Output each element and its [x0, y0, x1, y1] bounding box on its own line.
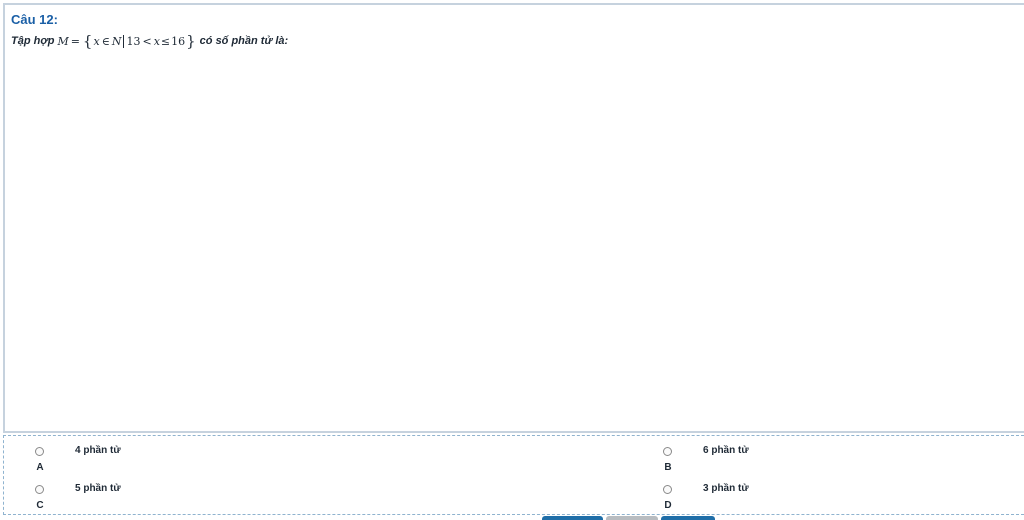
radio-button-c[interactable] [35, 485, 44, 494]
answer-letter-c: C [36, 500, 44, 511]
answers-box: A 4 phần tử B 6 phần tử C 5 phần tử D 3 … [3, 435, 1024, 515]
question-title: Câu 12: [11, 12, 58, 27]
answer-letter-b: B [664, 462, 672, 473]
answer-text-b: 6 phần tử [703, 445, 749, 456]
math-var-x: x [93, 34, 100, 48]
math-element-of: ∈ [101, 34, 110, 48]
math-lower-bound: 13 [126, 34, 141, 48]
answer-option-c[interactable]: C 5 phần tử [4, 477, 304, 513]
question-suffix: có số phần tử là: [199, 35, 289, 47]
question-text: Tập hợp M = { x ∈ N 13 < x ≤ 16 } có số … [11, 33, 288, 49]
radio-button-d[interactable] [663, 485, 672, 494]
set-expression: M = { x ∈ N 13 < x ≤ 16 } [57, 31, 196, 50]
answer-text-a: 4 phần tử [75, 445, 121, 456]
quiz-page: Câu 12: Tập hợp M = { x ∈ N 13 < x ≤ 16 … [0, 0, 1024, 520]
answer-option-b[interactable]: B 6 phần tử [632, 439, 932, 475]
next-button[interactable] [661, 516, 715, 520]
radio-button-a[interactable] [35, 447, 44, 456]
answer-option-a[interactable]: A 4 phần tử [4, 439, 304, 475]
math-less-equal: ≤ [160, 34, 171, 48]
math-such-that-bar [123, 34, 125, 48]
math-upper-bound: 16 [171, 34, 186, 48]
previous-button[interactable] [542, 516, 603, 520]
math-set-n: N [111, 34, 122, 48]
answer-letter-a: A [36, 462, 44, 473]
math-brace-close: } [186, 31, 196, 50]
question-prefix: Tập hợp [11, 35, 55, 47]
answer-option-d[interactable]: D 3 phần tử [632, 477, 932, 513]
answer-letter-d: D [664, 500, 672, 511]
math-var-x-2: x [153, 34, 160, 48]
answer-text-c: 5 phần tử [75, 483, 121, 494]
middle-button[interactable] [606, 516, 658, 520]
question-panel: Câu 12: Tập hợp M = { x ∈ N 13 < x ≤ 16 … [3, 3, 1024, 433]
answer-text-d: 3 phần tử [703, 483, 749, 494]
math-brace-open: { [82, 31, 93, 50]
math-less-than: < [142, 34, 152, 48]
radio-button-b[interactable] [663, 447, 672, 456]
math-var-m: M [57, 34, 69, 48]
math-equals: = [70, 34, 80, 48]
